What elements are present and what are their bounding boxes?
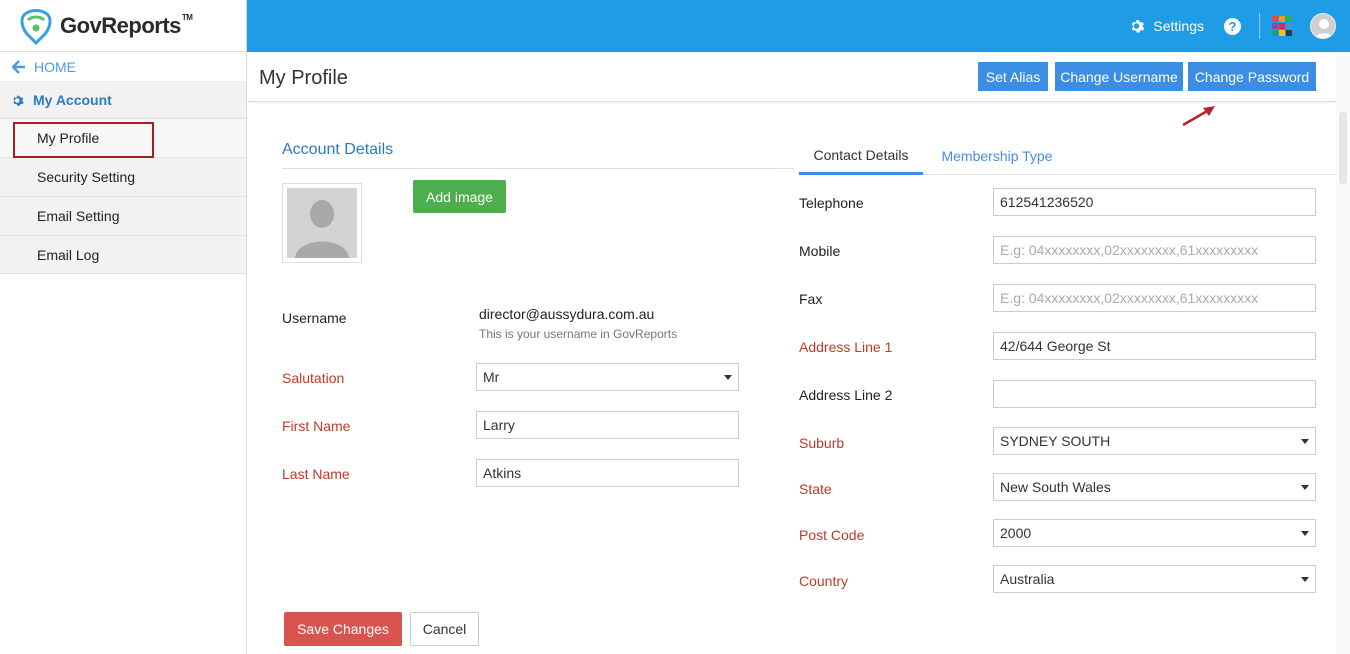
state-value: New South Wales [1000, 479, 1111, 495]
chevron-down-icon [1301, 484, 1309, 490]
set-alias-button[interactable]: Set Alias [978, 62, 1048, 91]
address-line-1-label: Address Line 1 [799, 339, 893, 355]
profile-photo [282, 183, 362, 263]
gear-icon [1132, 20, 1145, 33]
last-name-input[interactable]: Atkins [476, 459, 739, 487]
change-username-button[interactable]: Change Username [1055, 62, 1183, 91]
user-avatar-icon[interactable] [1310, 13, 1336, 39]
salutation-select[interactable]: Mr [476, 363, 739, 391]
avatar-placeholder-icon [287, 188, 357, 258]
sidebar-item-label: Email Setting [37, 208, 120, 224]
topbar-divider [1259, 13, 1260, 39]
salutation-value: Mr [483, 369, 500, 385]
save-changes-button[interactable]: Save Changes [284, 612, 402, 646]
country-select[interactable]: Australia [993, 565, 1316, 593]
suburb-label: Suburb [799, 435, 845, 451]
mobile-input[interactable]: E.g: 04xxxxxxxx,02xxxxxxxx,61xxxxxxxxx [993, 236, 1316, 264]
help-icon[interactable]: ? [1224, 17, 1241, 35]
highlight-box [13, 122, 154, 158]
first-name-label: First Name [282, 418, 351, 434]
chevron-down-icon [1301, 576, 1309, 582]
settings-link[interactable]: Settings [1130, 18, 1204, 34]
add-image-button[interactable]: Add image [413, 180, 506, 213]
fax-input[interactable]: E.g: 04xxxxxxxx,02xxxxxxxx,61xxxxxxxxx [993, 284, 1316, 312]
sidebar-item-my-profile[interactable]: My Profile [0, 118, 246, 158]
address-line-1-input[interactable]: 42/644 George St [993, 332, 1316, 360]
suburb-value: SYDNEY SOUTH [1000, 433, 1111, 449]
gear-icon [13, 95, 24, 106]
account-details-heading: Account Details [282, 141, 394, 158]
page-title: My Profile [259, 67, 348, 89]
address-line-2-input[interactable] [993, 380, 1316, 408]
settings-label: Settings [1153, 18, 1204, 34]
sidebar-section-label: My Account [33, 92, 112, 108]
telephone-label: Telephone [799, 195, 864, 211]
tab-contact-details[interactable]: Contact Details [799, 137, 923, 175]
telephone-input[interactable]: 612541236520 [993, 188, 1316, 216]
top-navbar: Settings ? [247, 0, 1350, 52]
apps-grid-icon[interactable] [1272, 16, 1292, 36]
contact-tabs: Contact Details Membership Type [799, 137, 1336, 175]
first-name-input[interactable]: Larry [476, 411, 739, 439]
chevron-down-icon [1301, 438, 1309, 444]
change-password-button[interactable]: Change Password [1188, 62, 1316, 91]
sidebar-item-email-log[interactable]: Email Log [0, 235, 246, 274]
chevron-down-icon [1301, 530, 1309, 536]
logo[interactable]: GovReportsTM [0, 0, 247, 52]
sidebar-home-link[interactable]: HOME [0, 52, 246, 82]
post-code-label: Post Code [799, 527, 865, 543]
state-select[interactable]: New South Wales [993, 473, 1316, 501]
sidebar-item-label: Security Setting [37, 169, 136, 185]
salutation-label: Salutation [282, 370, 345, 386]
tab-membership-type[interactable]: Membership Type [927, 137, 1067, 175]
annotation-arrow-icon [1182, 106, 1215, 127]
govreports-logo-icon [16, 6, 56, 46]
scrollbar-thumb[interactable] [1339, 112, 1347, 184]
username-hint: This is your username in GovReports [479, 327, 678, 341]
sidebar-item-label: Email Log [37, 246, 100, 263]
page-header: My Profile Set Alias Change Username Cha… [248, 52, 1336, 102]
username-label: Username [282, 310, 347, 326]
username-value: director@aussydura.com.au [479, 306, 655, 322]
section-divider [282, 168, 794, 169]
suburb-select[interactable]: SYDNEY SOUTH [993, 427, 1316, 455]
mobile-label: Mobile [799, 243, 841, 259]
address-line-2-label: Address Line 2 [799, 387, 893, 403]
brand-name: GovReportsTM [60, 12, 193, 38]
post-code-select[interactable]: 2000 [993, 519, 1316, 547]
sidebar-item-security-setting[interactable]: Security Setting [0, 157, 246, 196]
country-label: Country [799, 573, 849, 589]
sidebar-home-label: HOME [34, 58, 76, 75]
scrollbar[interactable] [1336, 52, 1350, 654]
fax-label: Fax [799, 291, 823, 307]
cancel-button[interactable]: Cancel [410, 612, 479, 646]
post-code-value: 2000 [1000, 525, 1032, 541]
last-name-label: Last Name [282, 466, 350, 482]
chevron-down-icon [724, 374, 732, 380]
country-value: Australia [1000, 571, 1055, 587]
sidebar-section-my-account[interactable]: My Account [0, 82, 246, 118]
sidebar: HOME My Account My Profile Security Sett… [0, 52, 247, 654]
state-label: State [799, 481, 832, 497]
arrow-left-icon [12, 59, 25, 74]
sidebar-item-email-setting[interactable]: Email Setting [0, 196, 246, 235]
